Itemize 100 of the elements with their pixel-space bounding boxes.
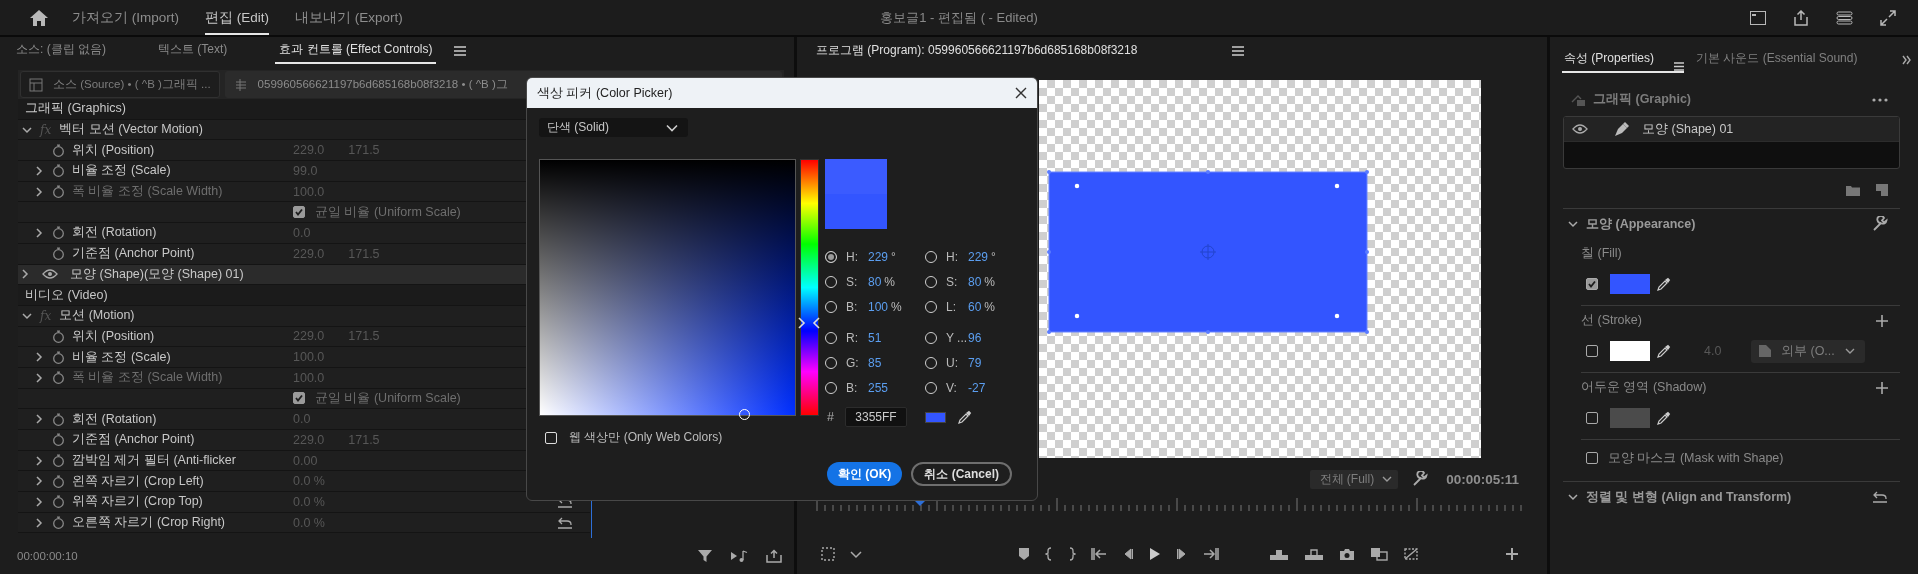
stopwatch-icon[interactable] xyxy=(52,516,65,530)
caret-icon[interactable] xyxy=(850,549,862,559)
more-icon[interactable] xyxy=(1872,97,1888,102)
stroke-position-dropdown[interactable]: 외부 (O... xyxy=(1751,339,1865,363)
stopwatch-icon[interactable] xyxy=(52,329,65,343)
field-value[interactable]: 80 xyxy=(968,274,982,289)
menu-icon[interactable] xyxy=(1674,62,1684,71)
field-value[interactable]: 79 xyxy=(968,355,982,370)
radio-button[interactable] xyxy=(825,381,837,394)
property-value[interactable]: 171.5 xyxy=(348,329,380,344)
overwrite-icon[interactable] xyxy=(1304,547,1324,561)
stopwatch-icon[interactable] xyxy=(52,247,65,261)
home-icon[interactable] xyxy=(30,9,48,26)
reset-icon[interactable] xyxy=(557,516,573,529)
stopwatch-icon[interactable] xyxy=(52,495,65,509)
property-value[interactable]: 171.5 xyxy=(348,432,380,447)
hex-field[interactable]: 3355FF xyxy=(845,407,907,427)
stopwatch-icon[interactable] xyxy=(52,454,65,468)
stroke-width-value[interactable]: 4.0 xyxy=(1704,344,1744,358)
field-value[interactable]: 229 xyxy=(868,249,889,264)
radio-button[interactable] xyxy=(825,275,837,288)
selection-tool-icon[interactable] xyxy=(821,547,835,561)
radio-button[interactable] xyxy=(825,250,837,263)
add-icon[interactable] xyxy=(1876,381,1888,394)
field-value[interactable]: 60 xyxy=(968,299,982,314)
marker-icon[interactable] xyxy=(1018,547,1030,561)
checkbox[interactable] xyxy=(1586,345,1598,357)
radio-button[interactable] xyxy=(825,331,837,344)
chevron-icon[interactable] xyxy=(22,124,32,135)
add-icon[interactable] xyxy=(1505,547,1519,561)
stopwatch-icon[interactable] xyxy=(52,433,65,447)
close-icon[interactable] xyxy=(1015,87,1027,99)
add-icon[interactable] xyxy=(1876,314,1888,327)
menu-icon[interactable] xyxy=(1232,45,1245,56)
settings-icon[interactable] xyxy=(1403,547,1419,561)
insert-icon[interactable] xyxy=(1269,547,1289,561)
field-value[interactable]: -27 xyxy=(968,380,986,395)
cancel-button[interactable]: 취소 (Cancel) xyxy=(911,462,1012,486)
stopwatch-icon[interactable] xyxy=(52,143,65,157)
panel-tab[interactable]: 소스: (클립 없음) xyxy=(12,37,110,64)
workspace-tab[interactable]: 내보내기 (Export) xyxy=(295,0,403,35)
step-forward-icon[interactable] xyxy=(1176,547,1188,561)
property-value[interactable]: 229.0 xyxy=(293,432,325,447)
chevron-icon[interactable] xyxy=(34,227,44,238)
radio-button[interactable] xyxy=(925,356,937,369)
property-value[interactable]: 229.0 xyxy=(293,329,325,344)
chevron-icon[interactable] xyxy=(1568,492,1578,502)
chevron-icon[interactable] xyxy=(34,165,44,176)
checkbox[interactable] xyxy=(293,206,305,219)
play-icon[interactable] xyxy=(1149,547,1161,561)
field-value[interactable]: 80 xyxy=(868,274,882,289)
eye-icon[interactable] xyxy=(42,269,58,280)
workspace-tab[interactable]: 편집 (Edit) xyxy=(205,0,270,35)
checkbox[interactable] xyxy=(1586,412,1598,424)
stopwatch-icon[interactable] xyxy=(52,226,65,240)
wrench-icon[interactable] xyxy=(1872,216,1888,232)
eyedropper-icon[interactable] xyxy=(1657,411,1671,425)
chevron-icon[interactable] xyxy=(20,269,30,280)
chevron-icon[interactable] xyxy=(34,352,44,363)
property-value[interactable]: 171.5 xyxy=(348,143,380,158)
radio-button[interactable] xyxy=(925,381,937,394)
eyedropper-icon[interactable] xyxy=(1657,344,1671,358)
expand-panels-icon[interactable] xyxy=(1902,55,1912,65)
stroke-color-swatch[interactable] xyxy=(1610,341,1650,361)
field-value[interactable]: 85 xyxy=(868,355,882,370)
color-field[interactable] xyxy=(539,159,796,416)
mark-in-icon[interactable] xyxy=(1045,547,1053,561)
mark-out-icon[interactable] xyxy=(1068,547,1076,561)
eyedropper-icon[interactable] xyxy=(958,410,972,424)
filter-icon[interactable] xyxy=(698,549,712,563)
go-to-in-icon[interactable] xyxy=(1091,547,1107,561)
radio-button[interactable] xyxy=(925,331,937,344)
go-to-out-icon[interactable] xyxy=(1203,547,1219,561)
chevron-icon[interactable] xyxy=(34,476,44,487)
radio-button[interactable] xyxy=(925,250,937,263)
radio-button[interactable] xyxy=(825,356,837,369)
fill-type-dropdown[interactable]: 단색 (Solid) xyxy=(539,118,688,137)
panel-tab[interactable]: 기본 사운드 (Essential Sound) xyxy=(1694,50,1888,73)
field-value[interactable]: 255 xyxy=(868,380,889,395)
layer-item[interactable]: 모양 (Shape) 01 xyxy=(1564,117,1899,142)
stopwatch-icon[interactable] xyxy=(52,412,65,426)
panel-layout-icon[interactable] xyxy=(1750,10,1766,25)
property-value[interactable]: 229.0 xyxy=(293,246,325,261)
program-monitor-title[interactable]: 프로그램 (Program): 059960566621197b6d685168b08f3218 xyxy=(816,42,1138,59)
eye-icon[interactable] xyxy=(1572,124,1588,134)
share-icon[interactable] xyxy=(1793,9,1809,26)
panel-tab[interactable]: 속성 (Properties) xyxy=(1562,50,1685,73)
shadow-color-swatch[interactable] xyxy=(1610,408,1650,428)
checkbox[interactable] xyxy=(1586,452,1598,464)
step-back-icon[interactable] xyxy=(1122,547,1134,561)
workspace-tab[interactable]: 가져오기 (Import) xyxy=(72,0,179,35)
layers-icon[interactable] xyxy=(1836,10,1853,25)
wrench-icon[interactable] xyxy=(1412,471,1429,487)
field-value[interactable]: 51 xyxy=(868,330,882,345)
property-value[interactable]: 171.5 xyxy=(348,246,380,261)
panel-tab[interactable]: 텍스트 (Text) xyxy=(154,37,232,64)
chevron-icon[interactable] xyxy=(22,310,32,321)
export-icon[interactable] xyxy=(766,549,782,563)
chevron-icon[interactable] xyxy=(34,455,44,466)
stopwatch-icon[interactable] xyxy=(52,164,65,178)
